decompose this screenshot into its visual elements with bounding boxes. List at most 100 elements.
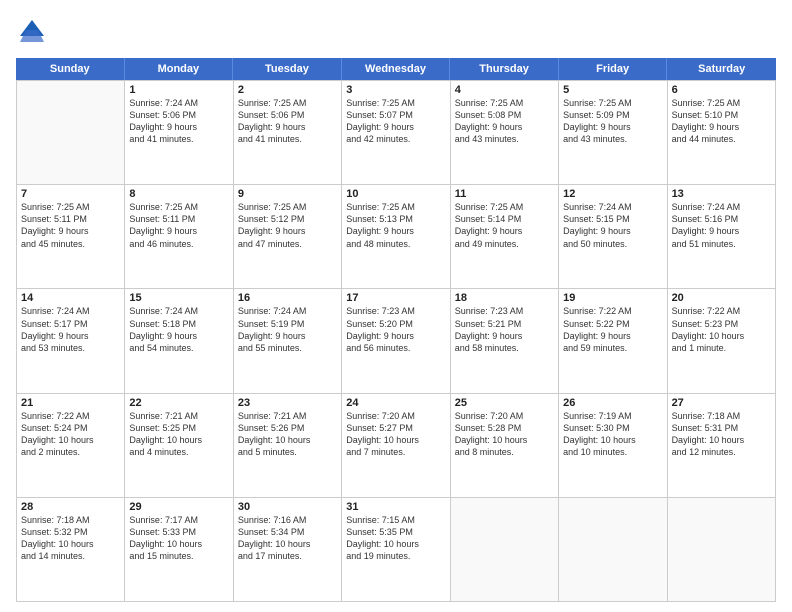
calendar-cell bbox=[17, 81, 125, 184]
calendar-cell: 27Sunrise: 7:18 AMSunset: 5:31 PMDayligh… bbox=[668, 394, 776, 497]
cell-line: Sunset: 5:30 PM bbox=[563, 422, 662, 434]
cell-line: Sunset: 5:12 PM bbox=[238, 213, 337, 225]
calendar-cell: 29Sunrise: 7:17 AMSunset: 5:33 PMDayligh… bbox=[125, 498, 233, 601]
cell-line: and 59 minutes. bbox=[563, 342, 662, 354]
calendar: SundayMondayTuesdayWednesdayThursdayFrid… bbox=[16, 58, 776, 602]
calendar-cell: 5Sunrise: 7:25 AMSunset: 5:09 PMDaylight… bbox=[559, 81, 667, 184]
cell-line: Daylight: 9 hours bbox=[21, 330, 120, 342]
cell-line: and 19 minutes. bbox=[346, 550, 445, 562]
cell-line: Sunrise: 7:25 AM bbox=[563, 97, 662, 109]
cell-line: Daylight: 9 hours bbox=[238, 121, 337, 133]
cell-line: Sunrise: 7:19 AM bbox=[563, 410, 662, 422]
day-number: 24 bbox=[346, 397, 445, 409]
cell-line: Sunrise: 7:17 AM bbox=[129, 514, 228, 526]
calendar-body: 1Sunrise: 7:24 AMSunset: 5:06 PMDaylight… bbox=[16, 80, 776, 602]
calendar-week: 21Sunrise: 7:22 AMSunset: 5:24 PMDayligh… bbox=[17, 394, 776, 498]
cell-line: Daylight: 9 hours bbox=[346, 225, 445, 237]
cell-line: Sunset: 5:17 PM bbox=[21, 318, 120, 330]
day-number: 9 bbox=[238, 188, 337, 200]
cell-line: Sunset: 5:15 PM bbox=[563, 213, 662, 225]
calendar-cell: 1Sunrise: 7:24 AMSunset: 5:06 PMDaylight… bbox=[125, 81, 233, 184]
calendar-cell: 30Sunrise: 7:16 AMSunset: 5:34 PMDayligh… bbox=[234, 498, 342, 601]
cell-line: Sunrise: 7:24 AM bbox=[129, 305, 228, 317]
day-number: 19 bbox=[563, 292, 662, 304]
calendar-cell: 22Sunrise: 7:21 AMSunset: 5:25 PMDayligh… bbox=[125, 394, 233, 497]
cell-line: and 17 minutes. bbox=[238, 550, 337, 562]
day-number: 13 bbox=[672, 188, 771, 200]
day-number: 21 bbox=[21, 397, 120, 409]
cell-line: Sunrise: 7:25 AM bbox=[238, 201, 337, 213]
cell-line: Sunset: 5:33 PM bbox=[129, 526, 228, 538]
weekday-header: Sunday bbox=[16, 58, 125, 80]
cell-line: Daylight: 10 hours bbox=[21, 434, 120, 446]
cell-line: Sunrise: 7:25 AM bbox=[346, 201, 445, 213]
cell-line: Sunrise: 7:23 AM bbox=[455, 305, 554, 317]
cell-line: Sunset: 5:31 PM bbox=[672, 422, 771, 434]
calendar-cell: 9Sunrise: 7:25 AMSunset: 5:12 PMDaylight… bbox=[234, 185, 342, 288]
cell-line: Sunrise: 7:22 AM bbox=[563, 305, 662, 317]
cell-line: Sunset: 5:08 PM bbox=[455, 109, 554, 121]
cell-line: Daylight: 10 hours bbox=[672, 330, 771, 342]
cell-line: and 2 minutes. bbox=[21, 446, 120, 458]
cell-line: Daylight: 9 hours bbox=[238, 330, 337, 342]
calendar-week: 7Sunrise: 7:25 AMSunset: 5:11 PMDaylight… bbox=[17, 185, 776, 289]
cell-line: Daylight: 9 hours bbox=[672, 121, 771, 133]
weekday-header: Wednesday bbox=[342, 58, 451, 80]
calendar-cell: 10Sunrise: 7:25 AMSunset: 5:13 PMDayligh… bbox=[342, 185, 450, 288]
weekday-header: Monday bbox=[125, 58, 234, 80]
day-number: 27 bbox=[672, 397, 771, 409]
calendar-cell: 18Sunrise: 7:23 AMSunset: 5:21 PMDayligh… bbox=[451, 289, 559, 392]
calendar-cell: 8Sunrise: 7:25 AMSunset: 5:11 PMDaylight… bbox=[125, 185, 233, 288]
cell-line: and 53 minutes. bbox=[21, 342, 120, 354]
cell-line: Sunrise: 7:25 AM bbox=[455, 97, 554, 109]
cell-line: Sunset: 5:35 PM bbox=[346, 526, 445, 538]
calendar-week: 14Sunrise: 7:24 AMSunset: 5:17 PMDayligh… bbox=[17, 289, 776, 393]
cell-line: and 12 minutes. bbox=[672, 446, 771, 458]
cell-line: Sunrise: 7:24 AM bbox=[563, 201, 662, 213]
day-number: 10 bbox=[346, 188, 445, 200]
cell-line: Sunset: 5:19 PM bbox=[238, 318, 337, 330]
cell-line: Daylight: 10 hours bbox=[346, 538, 445, 550]
cell-line: Daylight: 9 hours bbox=[238, 225, 337, 237]
calendar-cell: 28Sunrise: 7:18 AMSunset: 5:32 PMDayligh… bbox=[17, 498, 125, 601]
cell-line: and 43 minutes. bbox=[563, 133, 662, 145]
cell-line: Sunrise: 7:24 AM bbox=[129, 97, 228, 109]
day-number: 20 bbox=[672, 292, 771, 304]
cell-line: Sunrise: 7:25 AM bbox=[455, 201, 554, 213]
calendar-cell bbox=[451, 498, 559, 601]
day-number: 15 bbox=[129, 292, 228, 304]
cell-line: Sunrise: 7:25 AM bbox=[21, 201, 120, 213]
day-number: 5 bbox=[563, 84, 662, 96]
cell-line: Daylight: 9 hours bbox=[129, 225, 228, 237]
cell-line: Sunrise: 7:22 AM bbox=[21, 410, 120, 422]
day-number: 25 bbox=[455, 397, 554, 409]
cell-line: Sunset: 5:07 PM bbox=[346, 109, 445, 121]
calendar-week: 1Sunrise: 7:24 AMSunset: 5:06 PM Daylight… bbox=[17, 81, 776, 185]
calendar-cell: 21Sunrise: 7:22 AMSunset: 5:24 PMDayligh… bbox=[17, 394, 125, 497]
cell-line: Sunset: 5:16 PM bbox=[672, 213, 771, 225]
cell-line: and 51 minutes. bbox=[672, 238, 771, 250]
cell-line: and 8 minutes. bbox=[455, 446, 554, 458]
calendar-cell: 31Sunrise: 7:15 AMSunset: 5:35 PMDayligh… bbox=[342, 498, 450, 601]
cell-line: and 58 minutes. bbox=[455, 342, 554, 354]
weekday-header: Thursday bbox=[450, 58, 559, 80]
cell-line: Sunset: 5:06 PM bbox=[129, 109, 228, 121]
cell-line: Sunrise: 7:25 AM bbox=[346, 97, 445, 109]
weekday-header: Tuesday bbox=[233, 58, 342, 80]
day-number: 11 bbox=[455, 188, 554, 200]
calendar-cell: 13Sunrise: 7:24 AMSunset: 5:16 PMDayligh… bbox=[668, 185, 776, 288]
cell-line: and 10 minutes. bbox=[563, 446, 662, 458]
cell-line: Daylight: 9 hours bbox=[455, 330, 554, 342]
calendar-cell: 20Sunrise: 7:22 AMSunset: 5:23 PMDayligh… bbox=[668, 289, 776, 392]
logo-icon bbox=[16, 16, 48, 48]
day-number: 30 bbox=[238, 501, 337, 513]
day-number: 1 bbox=[129, 84, 228, 96]
cell-line: Sunrise: 7:20 AM bbox=[455, 410, 554, 422]
cell-line: and 50 minutes. bbox=[563, 238, 662, 250]
cell-line: Sunset: 5:20 PM bbox=[346, 318, 445, 330]
header bbox=[16, 16, 776, 48]
calendar-header: SundayMondayTuesdayWednesdayThursdayFrid… bbox=[16, 58, 776, 80]
cell-line: Sunset: 5:11 PM bbox=[129, 213, 228, 225]
cell-line: Daylight: 9 hours bbox=[455, 121, 554, 133]
logo bbox=[16, 16, 52, 48]
